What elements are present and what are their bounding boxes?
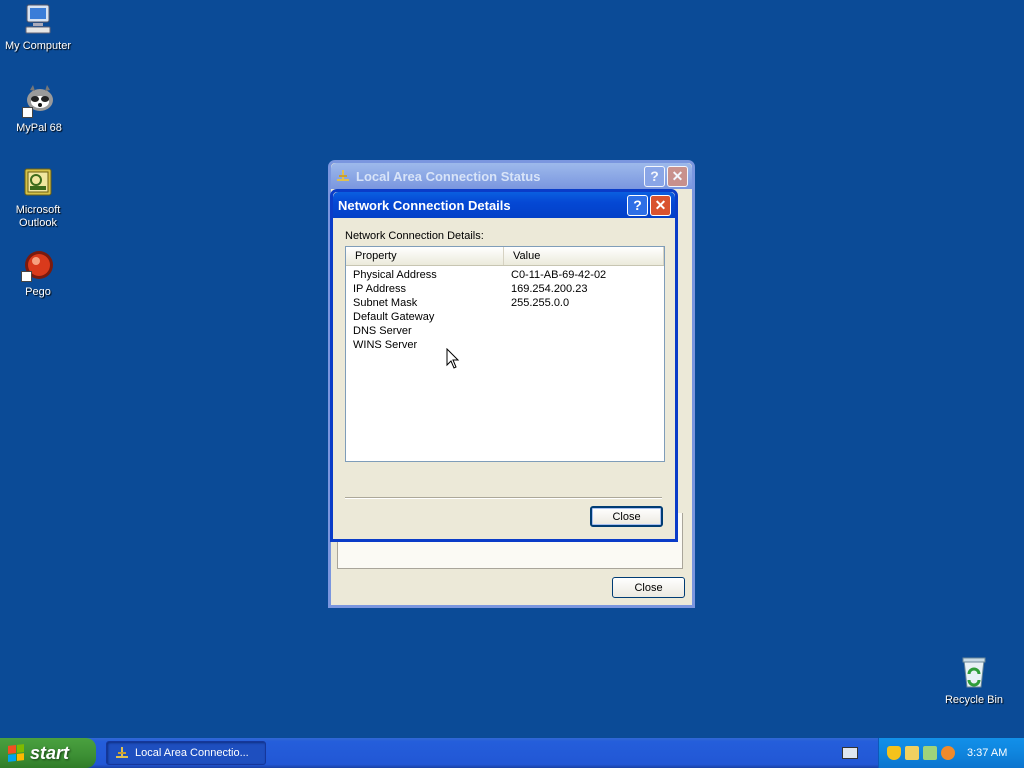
start-label: start — [30, 742, 70, 763]
desktop-icon-label: Pego — [25, 286, 51, 298]
desktop-icon-outlook[interactable]: Microsoft Outlook — [0, 166, 76, 230]
table-row[interactable]: WINS Server — [346, 338, 664, 352]
help-button[interactable]: ? — [627, 194, 648, 216]
details-listview[interactable]: Property Value Physical Address C0-11-AB… — [345, 246, 665, 462]
desktop-icon-label: Recycle Bin — [944, 694, 1004, 706]
desktop-icon-label: Microsoft Outlook — [15, 204, 61, 229]
outlook-icon — [21, 166, 55, 200]
table-row[interactable]: Subnet Mask 255.255.0.0 — [346, 296, 664, 310]
value-cell — [504, 310, 511, 324]
property-cell: IP Address — [353, 283, 406, 295]
property-cell: DNS Server — [353, 325, 412, 337]
property-cell: Physical Address — [353, 269, 437, 281]
shortcut-arrow-icon — [22, 107, 33, 118]
desktop-icon-my-computer[interactable]: My Computer — [0, 2, 76, 53]
close-window-button[interactable]: ✕ — [650, 194, 671, 216]
keyboard-icon[interactable] — [842, 747, 858, 759]
recycle-bin-icon — [957, 656, 991, 690]
table-row[interactable]: Default Gateway — [346, 310, 664, 324]
security-shield-icon[interactable] — [887, 746, 901, 760]
taskbar: start Local Area Connectio... 3:37 AM — [0, 738, 1024, 768]
property-cell: WINS Server — [353, 339, 418, 351]
network-warning-icon[interactable] — [905, 746, 919, 760]
listview-header: Property Value — [346, 247, 664, 266]
pego-icon — [21, 248, 55, 282]
desktop-icon-recycle-bin[interactable]: Recycle Bin — [936, 656, 1012, 707]
desktop-icon-pego[interactable]: Pego — [0, 248, 76, 299]
system-tray: 3:37 AM — [878, 738, 1024, 768]
clock[interactable]: 3:37 AM — [967, 747, 1007, 759]
status-window-title: Local Area Connection Status — [356, 168, 541, 184]
status-close-button[interactable]: Close — [612, 577, 685, 598]
value-cell: C0-11-AB-69-42-02 — [511, 269, 607, 281]
value-cell — [504, 324, 511, 338]
separator — [345, 497, 662, 499]
mypal-icon — [22, 84, 56, 118]
details-dialog-title: Network Connection Details — [338, 197, 511, 213]
details-close-button[interactable]: Close — [590, 506, 663, 527]
mouse-cursor-icon — [446, 347, 460, 370]
shortcut-arrow-icon — [21, 271, 32, 282]
value-cell — [504, 338, 511, 352]
taskbar-item-label: Local Area Connectio... — [135, 747, 249, 759]
value-cell: 169.254.200.23 — [511, 283, 588, 295]
status-window-titlebar[interactable]: Local Area Connection Status ? ✕ — [331, 163, 692, 189]
desktop-icon-label: My Computer — [4, 40, 72, 52]
table-row[interactable]: DNS Server — [346, 324, 664, 338]
table-row[interactable]: IP Address 169.254.200.23 — [346, 282, 664, 296]
property-cell: Default Gateway — [353, 311, 435, 323]
desktop-icon-label: MyPal 68 — [16, 122, 62, 134]
help-button[interactable]: ? — [644, 165, 665, 187]
close-window-button[interactable]: ✕ — [667, 165, 688, 187]
value-cell: 255.255.0.0 — [511, 297, 570, 309]
table-row[interactable]: Physical Address C0-11-AB-69-42-02 — [346, 268, 664, 282]
speaker-icon[interactable] — [923, 746, 937, 760]
start-button[interactable]: start — [0, 738, 96, 768]
property-cell: Subnet Mask — [353, 297, 418, 309]
network-icon — [336, 169, 350, 183]
column-header-value[interactable]: Value — [504, 247, 664, 265]
computer-icon — [21, 2, 55, 36]
taskbar-item-local-area-connection[interactable]: Local Area Connectio... — [106, 741, 266, 765]
details-section-label: Network Connection Details: — [345, 230, 484, 242]
network-icon — [115, 746, 129, 760]
network-connection-details-dialog: Network Connection Details ? ✕ Network C… — [330, 189, 678, 542]
search-icon[interactable] — [941, 746, 955, 760]
column-header-property[interactable]: Property — [346, 247, 504, 265]
windows-logo-icon — [8, 744, 24, 762]
details-dialog-titlebar[interactable]: Network Connection Details ? ✕ — [333, 192, 675, 218]
desktop-icon-mypal[interactable]: MyPal 68 — [1, 84, 77, 135]
